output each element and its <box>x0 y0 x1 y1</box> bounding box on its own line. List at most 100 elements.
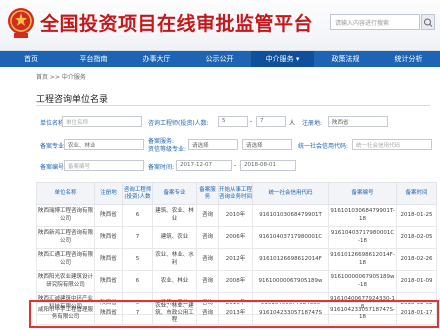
table-header-row: 单位名称 注册地 咨询工程师(投资)人数 备案专业 备案服务 开始从事工程咨询业… <box>36 182 437 205</box>
table-row[interactable]: 陕西新鸿工程咨询有限公司 陕西省 7 建筑、农业 咨询 2006年 916104… <box>36 226 437 249</box>
divider <box>36 105 430 106</box>
staff-range-separator: - <box>250 118 253 125</box>
credit-code-cell: 91610103068479901T <box>252 204 329 227</box>
col-credit-code: 统一社会信用代码 <box>252 182 329 205</box>
staff-unit-label: 人 <box>289 120 296 127</box>
col-specialty: 备案专业 <box>152 182 197 205</box>
national-emblem-icon <box>8 8 34 38</box>
credit-code-label: 统一社会信用代码: <box>298 143 349 150</box>
date-range-separator: - <box>234 162 237 169</box>
service-select[interactable]: 请选择 <box>188 139 238 150</box>
specialty-select[interactable]: 农业、林业 <box>64 139 144 150</box>
site-title[interactable]: 全国投资项目在线审批监管平台 <box>40 9 313 36</box>
record-no-cell: 91610403717980001C-18 <box>328 226 397 249</box>
record-no-label: 备案编号: <box>40 164 67 171</box>
unit-name-input[interactable]: 单位名称 <box>62 116 142 127</box>
col-staff-count: 咨询工程师(投资)人数 <box>122 182 153 205</box>
specialty-cell: 农业、林业 <box>152 270 197 293</box>
region-cell: 陕西省 <box>94 226 123 249</box>
unit-name-cell[interactable]: 咸阳市华宇工程管理服务有限公司 <box>36 301 95 326</box>
record-no-cell: 91610103068479901T-18 <box>328 204 397 227</box>
start-year-cell: 2013年 <box>218 301 253 326</box>
specialty-cell: 农业、林业、建筑、市政公用工程 <box>152 301 197 326</box>
staff-from-input[interactable]: 5 <box>218 116 248 127</box>
staff-cell: 7 <box>122 301 153 326</box>
service-cell: 咨询 <box>196 301 219 326</box>
start-year-cell: 2006年 <box>218 226 253 249</box>
date-from-input[interactable]: 2017-12-07 <box>176 160 232 171</box>
page-title: 工程咨询单位名录 <box>36 95 109 105</box>
table-row[interactable]: 陕西瑞博工程咨询有限公司 陕西省 6 建筑、农业、林业 咨询 2010年 916… <box>36 204 437 227</box>
credit-code-input[interactable]: 统一社会信用代码 <box>352 139 432 150</box>
col-record-no: 备案编号 <box>328 182 397 205</box>
nav-guide[interactable]: 平台指南 <box>62 51 125 67</box>
table-row[interactable]: 咸阳市华宇工程管理服务有限公司 陕西省 7 农业、林业、建筑、市政公用工程 咨询… <box>36 301 437 326</box>
service-cell: 咨询 <box>196 226 219 249</box>
qualification-select[interactable]: 请选择 <box>242 139 292 150</box>
search-icon <box>424 18 433 27</box>
start-year-cell: 2012年 <box>218 248 253 271</box>
specialty-cell: 建筑、农业、林业 <box>152 204 197 227</box>
credit-code-cell: 91610000067905189w <box>252 270 329 293</box>
nav-policy[interactable]: 政策法规 <box>314 51 377 67</box>
region-cell: 陕西省 <box>94 270 123 293</box>
credit-code-cell: 91610403717980001C <box>252 226 329 249</box>
col-start-year: 开始从事工程咨询业务时间 <box>218 182 253 205</box>
unit-name-cell[interactable]: 陕西瑞博工程咨询有限公司 <box>36 204 95 227</box>
unit-name-cell[interactable]: 陕西汇通工程咨询有限公司 <box>36 248 95 271</box>
record-date-cell: 2018-01-09 <box>396 270 437 293</box>
date-to-input[interactable]: 2018-08-01 <box>240 160 296 171</box>
table-row[interactable]: 陕西阳光农业建筑设计研究院有限公司 陕西省 6 农业、林业 咨询 2008年 9… <box>36 270 437 293</box>
unit-name-cell[interactable]: 陕西新鸿工程咨询有限公司 <box>36 226 95 249</box>
record-no-cell: 91610126698612014F-18 <box>328 248 397 271</box>
service-cell: 咨询 <box>196 270 219 293</box>
nav-public-notice[interactable]: 公示公开 <box>188 51 251 67</box>
credit-code-cell: 91610126698612014F <box>252 248 329 271</box>
region-label: 注册地: <box>302 120 323 127</box>
staff-cell: 6 <box>122 270 153 293</box>
record-date-cell: 2018-02-26 <box>396 248 437 271</box>
nav-intermediary-service[interactable]: 中介服务 ▾ <box>251 51 314 67</box>
staff-cell: 6 <box>122 204 153 227</box>
specialty-cell: 建筑、农业 <box>152 226 197 249</box>
start-year-cell: 2010年 <box>218 204 253 227</box>
col-record-date: 备案时间 <box>396 182 437 205</box>
specialty-cell: 农业、林业、水利 <box>152 248 197 271</box>
service-cell: 咨询 <box>196 248 219 271</box>
record-date-cell: 2018-02-05 <box>396 226 437 249</box>
col-service: 备案服务 <box>196 182 219 205</box>
region-cell: 陕西省 <box>94 204 123 227</box>
table-row[interactable]: 陕西汇通工程咨询有限公司 陕西省 5 农业、林业、水利 咨询 2012年 916… <box>36 248 437 271</box>
nav-service-hall[interactable]: 办事大厅 <box>125 51 188 67</box>
record-date-cell: 2018-01-25 <box>396 204 437 227</box>
highlighted-row-table: 咸阳市华宇工程管理服务有限公司 陕西省 7 农业、林业、建筑、市政公用工程 咨询… <box>36 301 437 326</box>
site-header: 全国投资项目在线审批监管平台 请输入内容进行搜索 <box>0 0 440 51</box>
nav-home[interactable]: 首页 <box>0 51 62 67</box>
credit-code-cell: 91610423305718747S <box>252 301 329 326</box>
start-year-cell: 2008年 <box>218 270 253 293</box>
region-cell: 陕西省 <box>94 301 123 326</box>
col-region: 注册地 <box>94 182 123 205</box>
record-no-cell: 91610000067905189w-18 <box>328 270 397 293</box>
record-date-label: 备案时间: <box>148 164 175 171</box>
main-nav: 首页 平台指南 办事大厅 公示公开 中介服务 ▾ 政策法规 统计分析 <box>0 51 440 67</box>
staff-cell: 7 <box>122 226 153 249</box>
region-cell: 陕西省 <box>94 248 123 271</box>
search-button[interactable] <box>421 14 435 30</box>
record-no-input[interactable]: 备案编号 <box>64 160 144 171</box>
col-unit-name: 单位名称 <box>36 182 95 205</box>
specialty-label: 备案专业: <box>40 143 67 150</box>
qualification-label: 资信等级专业: <box>148 146 187 153</box>
record-date-cell: 2018-01-17 <box>396 301 437 326</box>
staff-cell: 5 <box>122 248 153 271</box>
staff-count-label: 咨询工程师(投资)人数: <box>148 120 209 127</box>
highlighted-row-frame: 咸阳市华宇工程管理服务有限公司 陕西省 7 农业、林业、建筑、市政公用工程 咨询… <box>29 300 439 328</box>
record-no-cell: 91610423305718747S-18 <box>328 301 397 326</box>
nav-statistics[interactable]: 统计分析 <box>377 51 440 67</box>
search-input[interactable]: 请输入内容进行搜索 <box>330 14 420 30</box>
staff-to-input[interactable]: 7 <box>256 116 286 127</box>
service-cell: 咨询 <box>196 204 219 227</box>
breadcrumb[interactable]: 首页 >> 中介服务 <box>36 72 86 81</box>
unit-name-cell[interactable]: 陕西阳光农业建筑设计研究院有限公司 <box>36 270 95 293</box>
region-select[interactable]: 陕西省 <box>328 116 388 127</box>
